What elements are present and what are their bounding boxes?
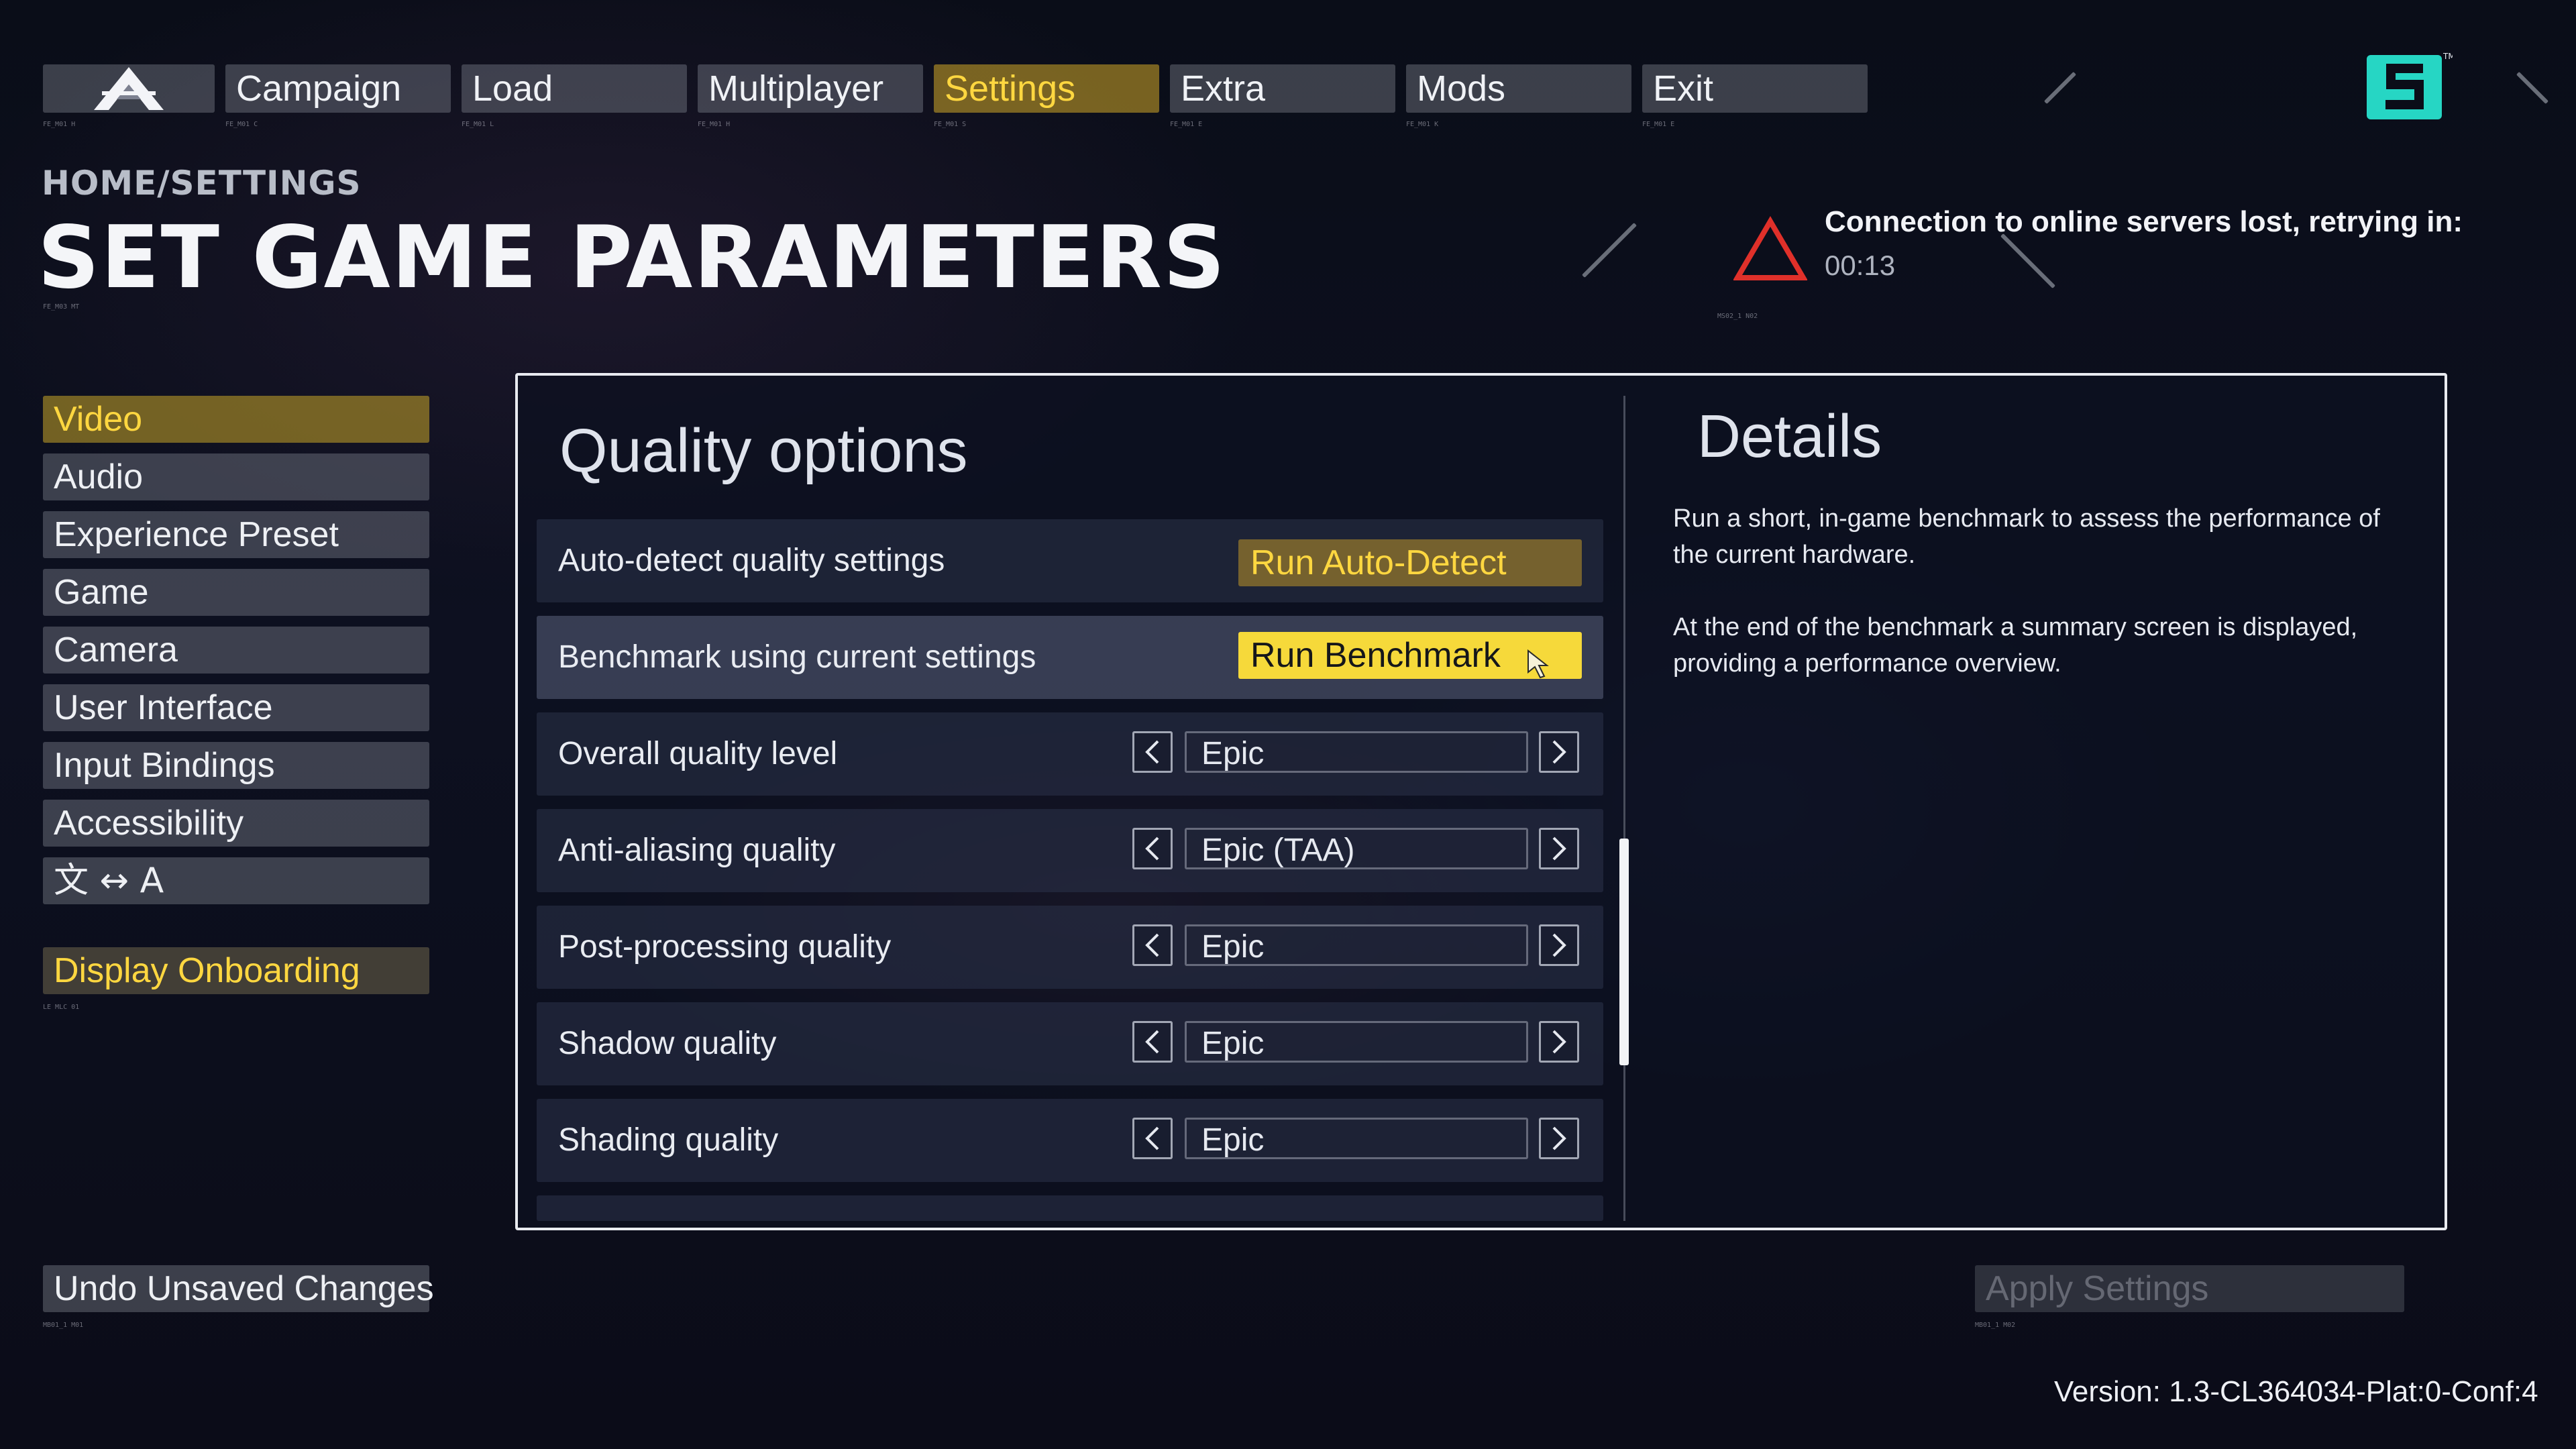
details-paragraph: Run a short, in-game benchmark to assess… <box>1673 504 2380 569</box>
next-value-button[interactable] <box>1539 731 1579 773</box>
setting-row-anti-aliasing: Anti-aliasing quality Epic (TAA) <box>537 809 1603 892</box>
debug-code: FE_M01 H <box>43 121 76 128</box>
nav-item-mods[interactable]: Mods <box>1406 64 1631 113</box>
debug-code: FE_M03 MT <box>43 303 80 311</box>
chevron-left-icon <box>1145 933 1159 957</box>
run-auto-detect-button[interactable]: Run Auto-Detect <box>1238 539 1582 586</box>
previous-value-button[interactable] <box>1132 1118 1173 1159</box>
setting-row-auto-detect: Auto-detect quality settings Run Auto-De… <box>537 519 1603 602</box>
sidebar-item-camera[interactable]: Camera <box>43 627 429 674</box>
connection-warning-message: Connection to online servers lost, retry… <box>1825 205 2463 238</box>
game-logo-icon <box>94 67 164 110</box>
setting-label: Shading quality <box>558 1122 779 1158</box>
chevron-right-icon <box>1552 740 1566 764</box>
sidebar-item-user-interface[interactable]: User Interface <box>43 684 429 731</box>
sidebar-item-game[interactable]: Game <box>43 569 429 616</box>
chevron-right-icon <box>1552 837 1566 861</box>
sidebar-item-video[interactable]: Video <box>43 396 429 443</box>
previous-value-button[interactable] <box>1132 731 1173 773</box>
section-title: Quality options <box>559 417 968 485</box>
nav-item-extra[interactable]: Extra <box>1170 64 1395 113</box>
home-logo-button[interactable] <box>43 64 215 113</box>
setting-label: Shadow quality <box>558 1026 777 1061</box>
debug-code: FE_M01 K <box>1406 121 1439 128</box>
next-value-button[interactable] <box>1539 1021 1579 1063</box>
decorative-slash <box>2043 71 2077 105</box>
details-title: Details <box>1697 403 1882 470</box>
nav-item-campaign[interactable]: Campaign <box>225 64 451 113</box>
setting-value: Epic <box>1185 924 1528 966</box>
nav-item-exit[interactable]: Exit <box>1642 64 1868 113</box>
undo-unsaved-changes-button[interactable]: Undo Unsaved Changes <box>43 1265 434 1312</box>
mouse-cursor-icon <box>1527 649 1549 679</box>
next-value-button[interactable] <box>1539 924 1579 966</box>
decorative-slash <box>1581 222 1638 278</box>
chevron-left-icon <box>1145 740 1159 764</box>
setting-value: Epic <box>1185 1118 1528 1159</box>
chevron-left-icon <box>1145 1030 1159 1054</box>
sidebar-item-language[interactable]: 文 ↔ A <box>43 857 429 904</box>
setting-label: Auto-detect quality settings <box>558 543 945 578</box>
chevron-right-icon <box>1552 933 1566 957</box>
display-onboarding-button[interactable]: Display Onboarding <box>43 947 429 994</box>
decorative-slash <box>2000 233 2056 289</box>
warning-triangle-icon <box>1733 216 1808 283</box>
setting-row-post-processing: Post-processing quality Epic <box>537 906 1603 989</box>
run-benchmark-label: Run Benchmark <box>1250 636 1501 675</box>
setting-row-overall-quality: Overall quality level Epic <box>537 712 1603 796</box>
setting-value: Epic <box>1185 1021 1528 1063</box>
debug-code: MB01_1 M01 <box>43 1322 84 1329</box>
sidebar-item-audio[interactable]: Audio <box>43 453 429 500</box>
nav-item-settings[interactable]: Settings <box>934 64 1159 113</box>
panel-divider <box>1623 396 1625 1221</box>
nav-item-multiplayer[interactable]: Multiplayer <box>698 64 923 113</box>
connection-retry-timer: 00:13 <box>1825 250 1896 281</box>
next-value-button[interactable] <box>1539 1118 1579 1159</box>
setting-row-benchmark: Benchmark using current settings Run Ben… <box>537 616 1603 699</box>
debug-code: FE_M01 S <box>934 121 967 128</box>
sidebar-item-input-bindings[interactable]: Input Bindings <box>43 742 429 789</box>
setting-label: Post-processing quality <box>558 929 892 965</box>
sidebar-item-accessibility[interactable]: Accessibility <box>43 800 429 847</box>
svg-text:TM: TM <box>2443 52 2453 61</box>
previous-value-button[interactable] <box>1132 1021 1173 1063</box>
scrollbar-thumb[interactable] <box>1619 839 1629 1065</box>
page-title: SET GAME PARAMETERS <box>38 208 1227 308</box>
debug-code: FE_M01 E <box>1170 121 1203 128</box>
previous-value-button[interactable] <box>1132 828 1173 869</box>
decorative-slash <box>2516 71 2549 105</box>
debug-code: FE_M01 L <box>462 121 494 128</box>
nav-item-load[interactable]: Load <box>462 64 687 113</box>
setting-row-shading: Shading quality Epic <box>537 1099 1603 1182</box>
brand-logo: TM <box>2365 50 2455 123</box>
debug-code: MS02_1 N02 <box>1717 313 1758 320</box>
brand-s-logo-icon: TM <box>2367 52 2455 119</box>
setting-label: Overall quality level <box>558 736 838 771</box>
debug-code: FE_M01 H <box>698 121 731 128</box>
setting-value: Epic (TAA) <box>1185 828 1528 869</box>
breadcrumb: HOME/SETTINGS <box>42 164 362 203</box>
next-value-button[interactable] <box>1539 828 1579 869</box>
version-label: Version: 1.3-CL364034-Plat:0-Conf:4 <box>2054 1375 2538 1408</box>
chevron-right-icon <box>1552 1126 1566 1150</box>
debug-code: MB01_1 M02 <box>1975 1322 2016 1329</box>
debug-code: LE MLC 01 <box>43 1004 80 1011</box>
chevron-left-icon <box>1145 837 1159 861</box>
sidebar-item-experience-preset[interactable]: Experience Preset <box>43 511 429 558</box>
previous-value-button[interactable] <box>1132 924 1173 966</box>
debug-code: FE_M01 E <box>1642 121 1675 128</box>
setting-value: Epic <box>1185 731 1528 773</box>
chevron-left-icon <box>1145 1126 1159 1150</box>
chevron-right-icon <box>1552 1030 1566 1054</box>
setting-row-clipped <box>537 1195 1603 1221</box>
setting-label: Anti-aliasing quality <box>558 833 836 868</box>
setting-row-shadow: Shadow quality Epic <box>537 1002 1603 1085</box>
setting-label: Benchmark using current settings <box>558 639 1036 675</box>
apply-settings-button[interactable]: Apply Settings <box>1975 1265 2404 1312</box>
debug-code: FE_M01 C <box>225 121 258 128</box>
details-paragraph: At the end of the benchmark a summary sc… <box>1673 613 2358 678</box>
run-benchmark-button[interactable]: Run Benchmark <box>1238 632 1582 679</box>
